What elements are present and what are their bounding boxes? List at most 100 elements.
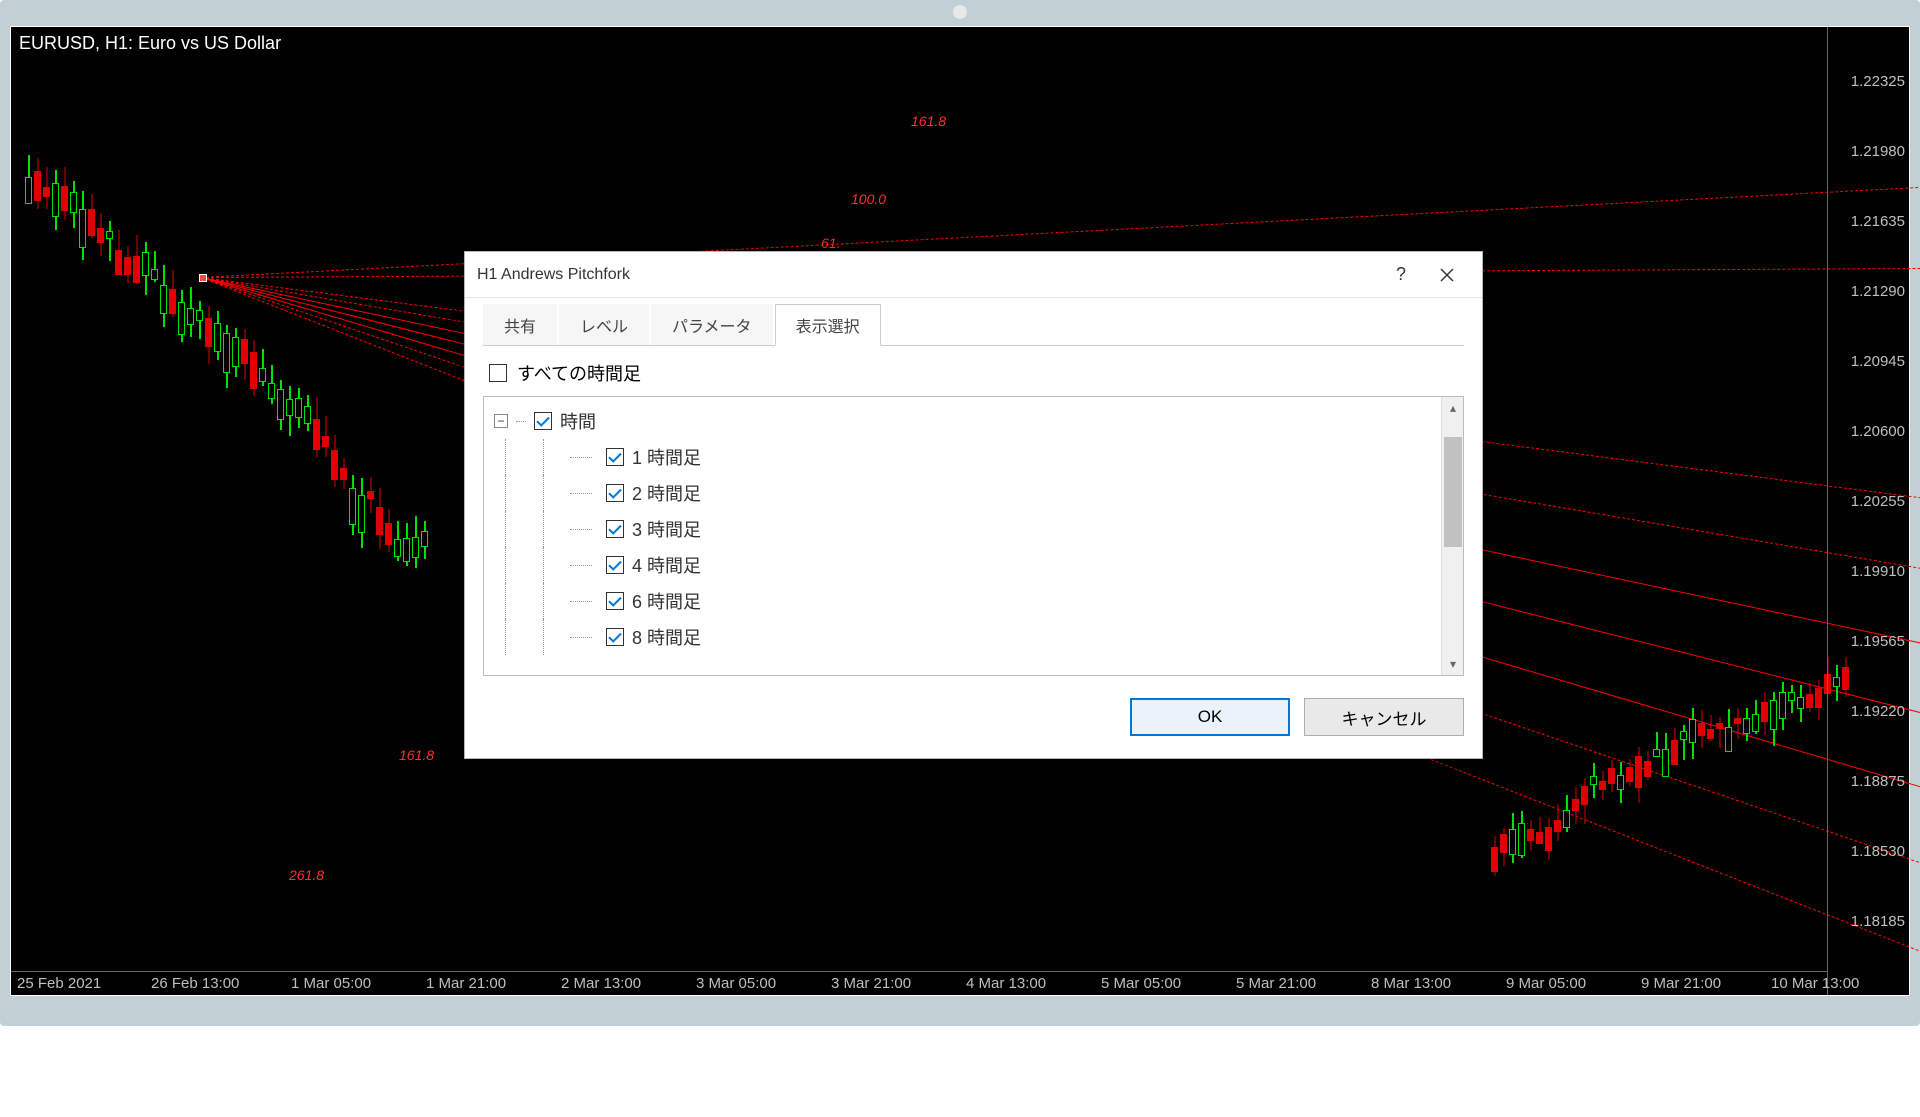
candlestick [169,27,176,997]
candlestick [403,27,410,997]
tree-checkbox[interactable] [606,592,624,610]
candlestick [124,27,131,997]
tree-item-label: 2 時間足 [632,480,701,506]
time-tick-label: 4 Mar 13:00 [966,975,1046,992]
scroll-down-icon[interactable]: ▾ [1442,653,1464,675]
candlestick [142,27,149,997]
candlestick [358,27,365,997]
tree-item-h8[interactable]: 8 時間足 [494,619,1453,655]
all-timeframes-checkbox[interactable] [489,364,507,382]
tree-root-checkbox[interactable] [534,412,552,430]
tab-parameters[interactable]: パラメータ [651,304,773,345]
price-tick-label: 1.18875 [1851,773,1905,790]
time-tick-label: 3 Mar 05:00 [696,975,776,992]
tree-root-row[interactable]: − 時間 [494,403,1453,439]
candlestick [34,27,41,997]
cancel-button[interactable]: キャンセル [1304,698,1464,736]
candlestick [1644,27,1651,997]
tree-item-h6[interactable]: 6 時間足 [494,583,1453,619]
price-tick-label: 1.20600 [1851,423,1905,440]
candlestick [367,27,374,997]
tree-item-h4[interactable]: 4 時間足 [494,547,1453,583]
time-tick-label: 1 Mar 21:00 [426,975,506,992]
candlestick [1572,27,1579,997]
tree-item-h3[interactable]: 3 時間足 [494,511,1453,547]
tree-item-label: 4 時間足 [632,552,701,578]
tree-checkbox[interactable] [606,484,624,502]
candlestick [25,27,32,997]
candlestick [331,27,338,997]
tree-item-h2[interactable]: 2 時間足 [494,475,1453,511]
candlestick [313,27,320,997]
time-tick-label: 26 Feb 13:00 [151,975,239,992]
price-tick-label: 1.21980 [1851,143,1905,160]
candlestick [1788,27,1795,997]
close-button[interactable] [1424,255,1470,295]
close-icon [1440,268,1454,282]
dialog-body: 共有 レベル パラメータ 表示選択 すべての時間足 − 時 [465,298,1482,676]
candlestick [1509,27,1516,997]
candlestick [1725,27,1732,997]
candlestick [1680,27,1687,997]
scroll-up-icon[interactable]: ▴ [1442,397,1464,419]
candlestick [277,27,284,997]
tree-checkbox[interactable] [606,448,624,466]
fib-label: 161.8 [911,113,946,129]
candlestick [61,27,68,997]
time-tick-label: 9 Mar 05:00 [1506,975,1586,992]
candlestick [205,27,212,997]
candlestick [1815,27,1822,997]
tree-item-label: 1 時間足 [632,444,701,470]
dialog-footer: OK キャンセル [465,676,1482,758]
dialog-titlebar[interactable]: H1 Andrews Pitchfork ? [465,252,1482,298]
candlestick [1734,27,1741,997]
candlestick [160,27,167,997]
scroll-thumb[interactable] [1444,437,1462,547]
candlestick [232,27,239,997]
candlestick [304,27,311,997]
tree-collapse-icon[interactable]: − [494,414,508,428]
candlestick [1545,27,1552,997]
candlestick [115,27,122,997]
time-tick-label: 3 Mar 21:00 [831,975,911,992]
candlestick [1761,27,1768,997]
time-tick-label: 9 Mar 21:00 [1641,975,1721,992]
candlestick [1707,27,1714,997]
time-tick-label: 25 Feb 2021 [17,975,101,992]
candlestick [1770,27,1777,997]
help-button[interactable]: ? [1378,255,1424,295]
price-tick-label: 1.18530 [1851,843,1905,860]
candlestick [214,27,221,997]
tab-share[interactable]: 共有 [483,304,557,345]
candlestick [1752,27,1759,997]
ok-button[interactable]: OK [1130,698,1290,736]
price-tick-label: 1.19220 [1851,703,1905,720]
candlestick [394,27,401,997]
tree-item-h1[interactable]: 1 時間足 [494,439,1453,475]
candlestick [376,27,383,997]
candlestick [151,27,158,997]
candlestick [1716,27,1723,997]
tree-item-label: 3 時間足 [632,516,701,542]
tree-checkbox[interactable] [606,628,624,646]
candlestick [1563,27,1570,997]
price-tick-label: 1.19565 [1851,633,1905,650]
candlestick [259,27,266,997]
candlestick [1743,27,1750,997]
tab-visibility[interactable]: 表示選択 [775,304,881,346]
candlestick [133,27,140,997]
tab-levels[interactable]: レベル [559,304,649,345]
candlestick [1527,27,1534,997]
candlestick [322,27,329,997]
candlestick [223,27,230,997]
candlestick [295,27,302,997]
tree-scrollbar[interactable]: ▴ ▾ [1441,397,1463,675]
candlestick [97,27,104,997]
candlestick [79,27,86,997]
tree-checkbox[interactable] [606,556,624,574]
candlestick [1779,27,1786,997]
candlestick [1635,27,1642,997]
tree-checkbox[interactable] [606,520,624,538]
tree-item-label: 6 時間足 [632,588,701,614]
candlestick [88,27,95,997]
